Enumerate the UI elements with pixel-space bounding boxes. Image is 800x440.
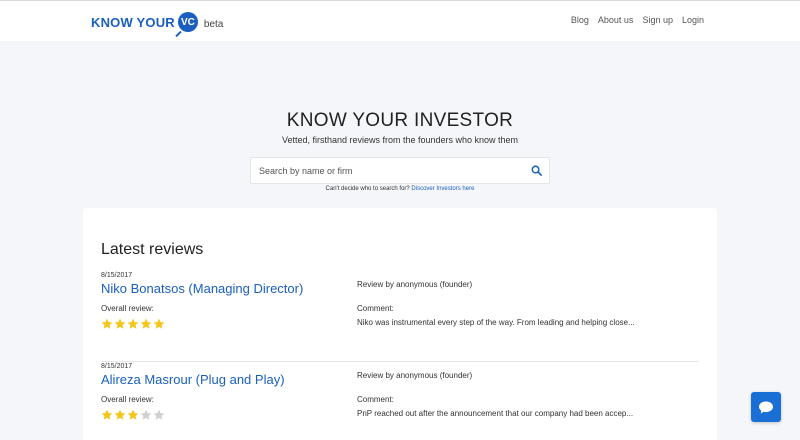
- review-item: 8/15/2017 Niko Bonatsos (Managing Direct…: [101, 272, 699, 362]
- review-comment: Niko was instrumental every step of the …: [357, 318, 635, 327]
- investor-name-link[interactable]: Alireza Masrour (Plug and Play): [101, 372, 285, 387]
- star-filled-icon: [127, 318, 139, 329]
- helper-text: Can't decide who to search for?: [325, 186, 410, 192]
- chat-icon: [759, 401, 773, 413]
- chat-button[interactable]: [751, 392, 781, 422]
- section-title: Latest reviews: [101, 241, 204, 258]
- star-filled-icon: [114, 318, 126, 329]
- review-item: 8/15/2017 Alireza Masrour (Plug and Play…: [101, 363, 699, 440]
- main-nav: Blog About us Sign up Login: [571, 15, 704, 25]
- search-helper: Can't decide who to search for? Discover…: [0, 186, 800, 192]
- star-filled-icon: [153, 318, 165, 329]
- star-filled-icon: [101, 318, 113, 329]
- logo-magnifier-badge: VC: [177, 12, 198, 32]
- star-empty-icon: [140, 409, 152, 420]
- site-logo[interactable]: KNOW YOUR VC beta: [91, 11, 223, 33]
- top-navbar: KNOW YOUR VC beta Blog About us Sign up …: [0, 0, 800, 41]
- nav-about-link[interactable]: About us: [598, 15, 634, 25]
- search-input[interactable]: [251, 158, 521, 183]
- review-comment: PnP reached out after the announcement t…: [357, 409, 634, 418]
- star-filled-icon: [114, 409, 126, 420]
- discover-investors-link[interactable]: Discover Investors here: [411, 186, 474, 192]
- star-filled-icon: [101, 409, 113, 420]
- comment-label: Comment:: [357, 395, 394, 404]
- star-filled-icon: [140, 318, 152, 329]
- page-subtitle: Vetted, firsthand reviews from the found…: [281, 135, 519, 145]
- overall-review-label: Overall review:: [101, 304, 154, 313]
- reviewer-label: Review by anonymous (founder): [357, 280, 473, 289]
- latest-reviews-card: Latest reviews 8/15/2017 Niko Bonatsos (…: [83, 208, 717, 440]
- overall-review-label: Overall review:: [101, 395, 154, 404]
- comment-label: Comment:: [357, 304, 394, 313]
- star-rating: [101, 318, 165, 330]
- investor-name-link[interactable]: Niko Bonatsos (Managing Director): [101, 281, 303, 296]
- reviewer-label: Review by anonymous (founder): [357, 371, 473, 380]
- star-empty-icon: [153, 409, 165, 420]
- page-title: KNOW YOUR INVESTOR: [286, 110, 514, 131]
- review-date: 8/15/2017: [101, 272, 133, 279]
- star-rating: [101, 409, 165, 421]
- search-icon[interactable]: [531, 165, 542, 176]
- star-filled-icon: [127, 409, 139, 420]
- review-date: 8/15/2017: [101, 363, 133, 370]
- nav-login-link[interactable]: Login: [682, 15, 704, 25]
- logo-text: KNOW YOUR: [91, 14, 175, 30]
- beta-label: beta: [203, 18, 224, 30]
- search-box: [250, 157, 550, 184]
- nav-blog-link[interactable]: Blog: [571, 15, 589, 25]
- nav-signup-link[interactable]: Sign up: [642, 15, 673, 25]
